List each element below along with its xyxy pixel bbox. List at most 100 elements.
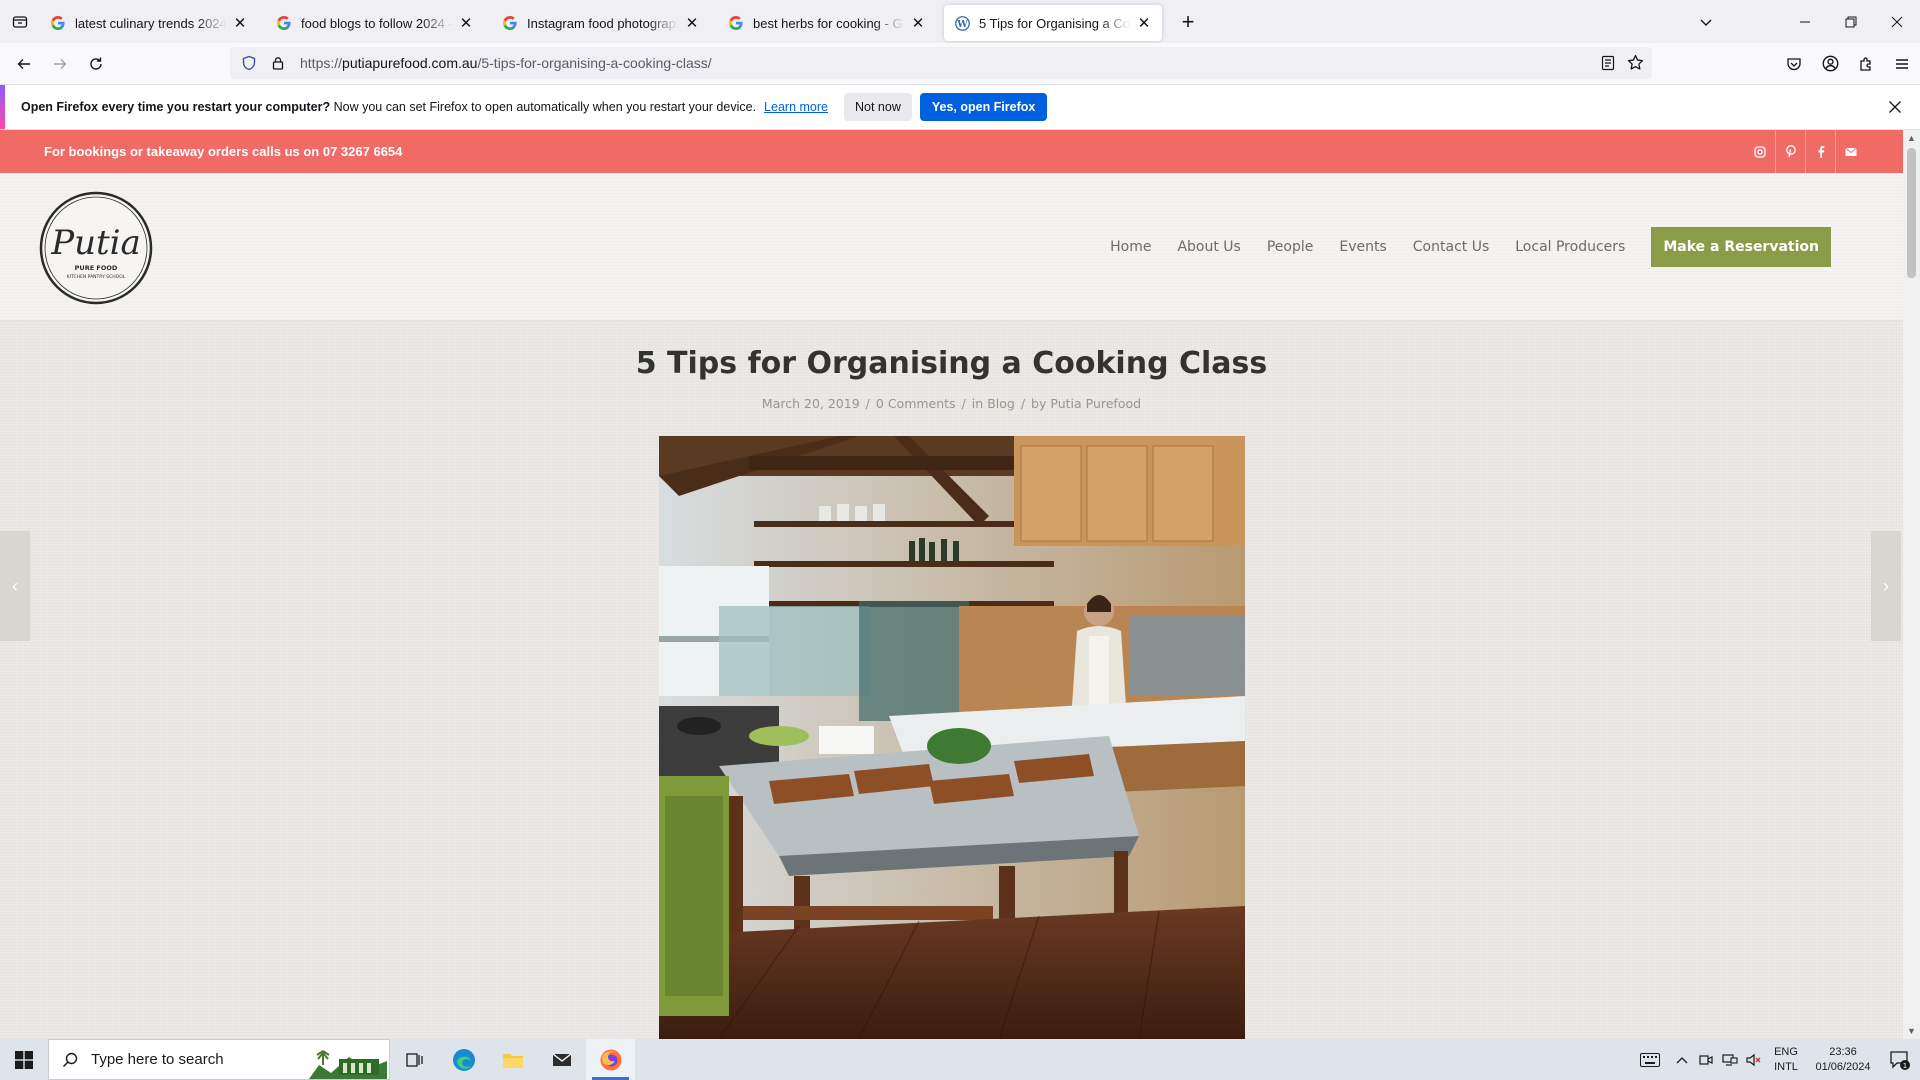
keyboard-icon[interactable] bbox=[1630, 1039, 1670, 1080]
url-scheme: https:// bbox=[300, 55, 343, 71]
svg-text:W: W bbox=[956, 18, 968, 29]
reload-icon bbox=[90, 57, 102, 70]
back-arrow-icon bbox=[17, 58, 30, 69]
meet-now-icon[interactable] bbox=[1694, 1039, 1718, 1080]
url-path: /5-tips-for-organising-a-cooking-class/ bbox=[477, 55, 712, 71]
svg-text:Putia: Putia bbox=[50, 223, 141, 263]
facebook-icon[interactable] bbox=[1805, 130, 1835, 173]
default-browser-notification: Open Firefox every time you restart your… bbox=[0, 84, 1920, 130]
search-icon bbox=[61, 1051, 79, 1069]
list-all-tabs-button[interactable] bbox=[1686, 15, 1726, 29]
bookmark-star-icon[interactable] bbox=[1627, 54, 1644, 76]
edge-taskbar-button[interactable] bbox=[439, 1039, 488, 1080]
chevron-up-icon[interactable] bbox=[1670, 1039, 1694, 1080]
tab-strip: latest culinary trends 2024 - Google Sea… bbox=[0, 0, 1920, 43]
minimize-button[interactable] bbox=[1782, 0, 1828, 43]
make-reservation-button[interactable]: Make a Reservation bbox=[1651, 227, 1831, 267]
reload-button[interactable] bbox=[78, 48, 114, 80]
firefox-taskbar-button[interactable] bbox=[586, 1039, 635, 1080]
tab-title: Instagram food photography tips - Google… bbox=[527, 15, 678, 31]
pocket-icon bbox=[1787, 57, 1801, 70]
close-icon[interactable]: ✕ bbox=[910, 15, 926, 32]
putia-logo[interactable]: Putia PURE FOOD KITCHEN PANTRY SCHOOL bbox=[38, 190, 154, 306]
task-view-button[interactable] bbox=[390, 1039, 439, 1080]
taskbar-search-box[interactable]: Type here to search bbox=[48, 1039, 390, 1080]
tab-instagram-tips[interactable]: Instagram food photography tips - Google… bbox=[492, 5, 710, 41]
speaker-muted-icon[interactable] bbox=[1742, 1039, 1766, 1080]
tab-culinary-trends[interactable]: latest culinary trends 2024 - Google Sea… bbox=[40, 5, 258, 41]
post-author-link[interactable]: Putia Purefood bbox=[1050, 396, 1141, 411]
taskbar-clock[interactable]: 23:36 01/06/2024 bbox=[1806, 1045, 1880, 1075]
google-icon bbox=[50, 15, 66, 31]
input-language-indicator[interactable]: ENG INTL bbox=[1766, 1045, 1806, 1075]
close-icon bbox=[1889, 101, 1901, 113]
instagram-icon[interactable] bbox=[1745, 130, 1775, 173]
google-icon bbox=[502, 15, 518, 31]
page-scrollbar[interactable]: ▲ ▼ bbox=[1903, 130, 1920, 1039]
yes-open-firefox-button[interactable]: Yes, open Firefox bbox=[919, 93, 1048, 121]
tab-cooking-class[interactable]: W 5 Tips for Organising a Cooking Class … bbox=[944, 5, 1162, 41]
network-icon[interactable] bbox=[1718, 1039, 1742, 1080]
back-button[interactable] bbox=[6, 48, 42, 80]
forward-button[interactable] bbox=[42, 48, 78, 80]
post-date[interactable]: March 20, 2019 bbox=[762, 396, 860, 411]
notification-accent bbox=[0, 85, 5, 129]
keyboard-layout: INTL bbox=[1774, 1060, 1798, 1073]
restore-icon bbox=[1845, 16, 1857, 27]
nav-home[interactable]: Home bbox=[1110, 239, 1151, 255]
not-now-button[interactable]: Not now bbox=[843, 93, 912, 121]
pinterest-icon[interactable] bbox=[1775, 130, 1805, 173]
nav-about-us[interactable]: About Us bbox=[1177, 239, 1240, 255]
file-explorer-taskbar-button[interactable] bbox=[488, 1039, 537, 1080]
nav-local-producers[interactable]: Local Producers bbox=[1515, 239, 1625, 255]
new-tab-button[interactable]: + bbox=[1172, 6, 1204, 38]
wordpress-icon: W bbox=[954, 15, 970, 31]
menu-button[interactable] bbox=[1884, 48, 1920, 80]
search-highlight-image bbox=[309, 1043, 387, 1079]
search-placeholder: Type here to search bbox=[91, 1051, 224, 1068]
language-code: ENG bbox=[1774, 1045, 1798, 1058]
puzzle-icon bbox=[1860, 56, 1871, 71]
learn-more-link[interactable]: Learn more bbox=[764, 100, 828, 114]
close-icon[interactable]: ✕ bbox=[232, 15, 248, 32]
lock-icon[interactable] bbox=[270, 55, 286, 71]
scroll-down-arrow-icon[interactable]: ▼ bbox=[1903, 1023, 1920, 1039]
nav-events[interactable]: Events bbox=[1339, 239, 1386, 255]
mail-taskbar-button[interactable] bbox=[537, 1039, 586, 1080]
mail-icon[interactable] bbox=[1835, 130, 1865, 173]
navigation-toolbar: https://putiapurefood.com.au/5-tips-for-… bbox=[0, 43, 1920, 84]
tab-best-herbs[interactable]: best herbs for cooking - Google Search ✕ bbox=[718, 5, 936, 41]
reader-view-icon[interactable] bbox=[1600, 55, 1616, 76]
post-comments-link[interactable]: 0 Comments bbox=[876, 396, 956, 411]
window-close-button[interactable] bbox=[1874, 0, 1920, 43]
pocket-button[interactable] bbox=[1776, 48, 1812, 80]
restore-button[interactable] bbox=[1828, 0, 1874, 43]
folder-icon bbox=[502, 1053, 523, 1068]
nav-people[interactable]: People bbox=[1267, 239, 1314, 255]
scroll-up-arrow-icon[interactable]: ▲ bbox=[1903, 130, 1920, 146]
extensions-button[interactable] bbox=[1848, 48, 1884, 80]
tracking-protection-icon[interactable] bbox=[240, 54, 258, 72]
site-header: Putia PURE FOOD KITCHEN PANTRY SCHOOL Ho… bbox=[0, 173, 1903, 321]
close-icon[interactable]: ✕ bbox=[684, 15, 700, 32]
close-notification-button[interactable] bbox=[1886, 98, 1904, 116]
close-icon[interactable]: ✕ bbox=[1136, 15, 1152, 32]
nav-contact-us[interactable]: Contact Us bbox=[1413, 239, 1489, 255]
tab-list-button[interactable] bbox=[0, 0, 40, 43]
next-post-arrow[interactable]: › bbox=[1871, 531, 1901, 641]
svg-text:1: 1 bbox=[1903, 1062, 1907, 1070]
address-bar[interactable]: https://putiapurefood.com.au/5-tips-for-… bbox=[230, 47, 1652, 79]
tab-food-blogs[interactable]: food blogs to follow 2024 - Google Searc… bbox=[266, 5, 484, 41]
booking-phone-text: For bookings or takeaway orders calls us… bbox=[44, 144, 403, 159]
windows-logo-icon bbox=[15, 1050, 33, 1069]
scrollbar-thumb[interactable] bbox=[1907, 148, 1916, 278]
tab-title: best herbs for cooking - Google Search bbox=[753, 15, 904, 31]
account-button[interactable] bbox=[1812, 48, 1848, 80]
close-icon[interactable]: ✕ bbox=[458, 15, 474, 32]
minimize-icon bbox=[1800, 21, 1810, 22]
clock-date: 01/06/2024 bbox=[1815, 1060, 1871, 1073]
start-button[interactable] bbox=[0, 1039, 48, 1080]
post-category-link[interactable]: Blog bbox=[987, 396, 1015, 411]
previous-post-arrow[interactable]: ‹ bbox=[0, 531, 30, 641]
action-center-button[interactable]: 1 bbox=[1880, 1039, 1920, 1080]
